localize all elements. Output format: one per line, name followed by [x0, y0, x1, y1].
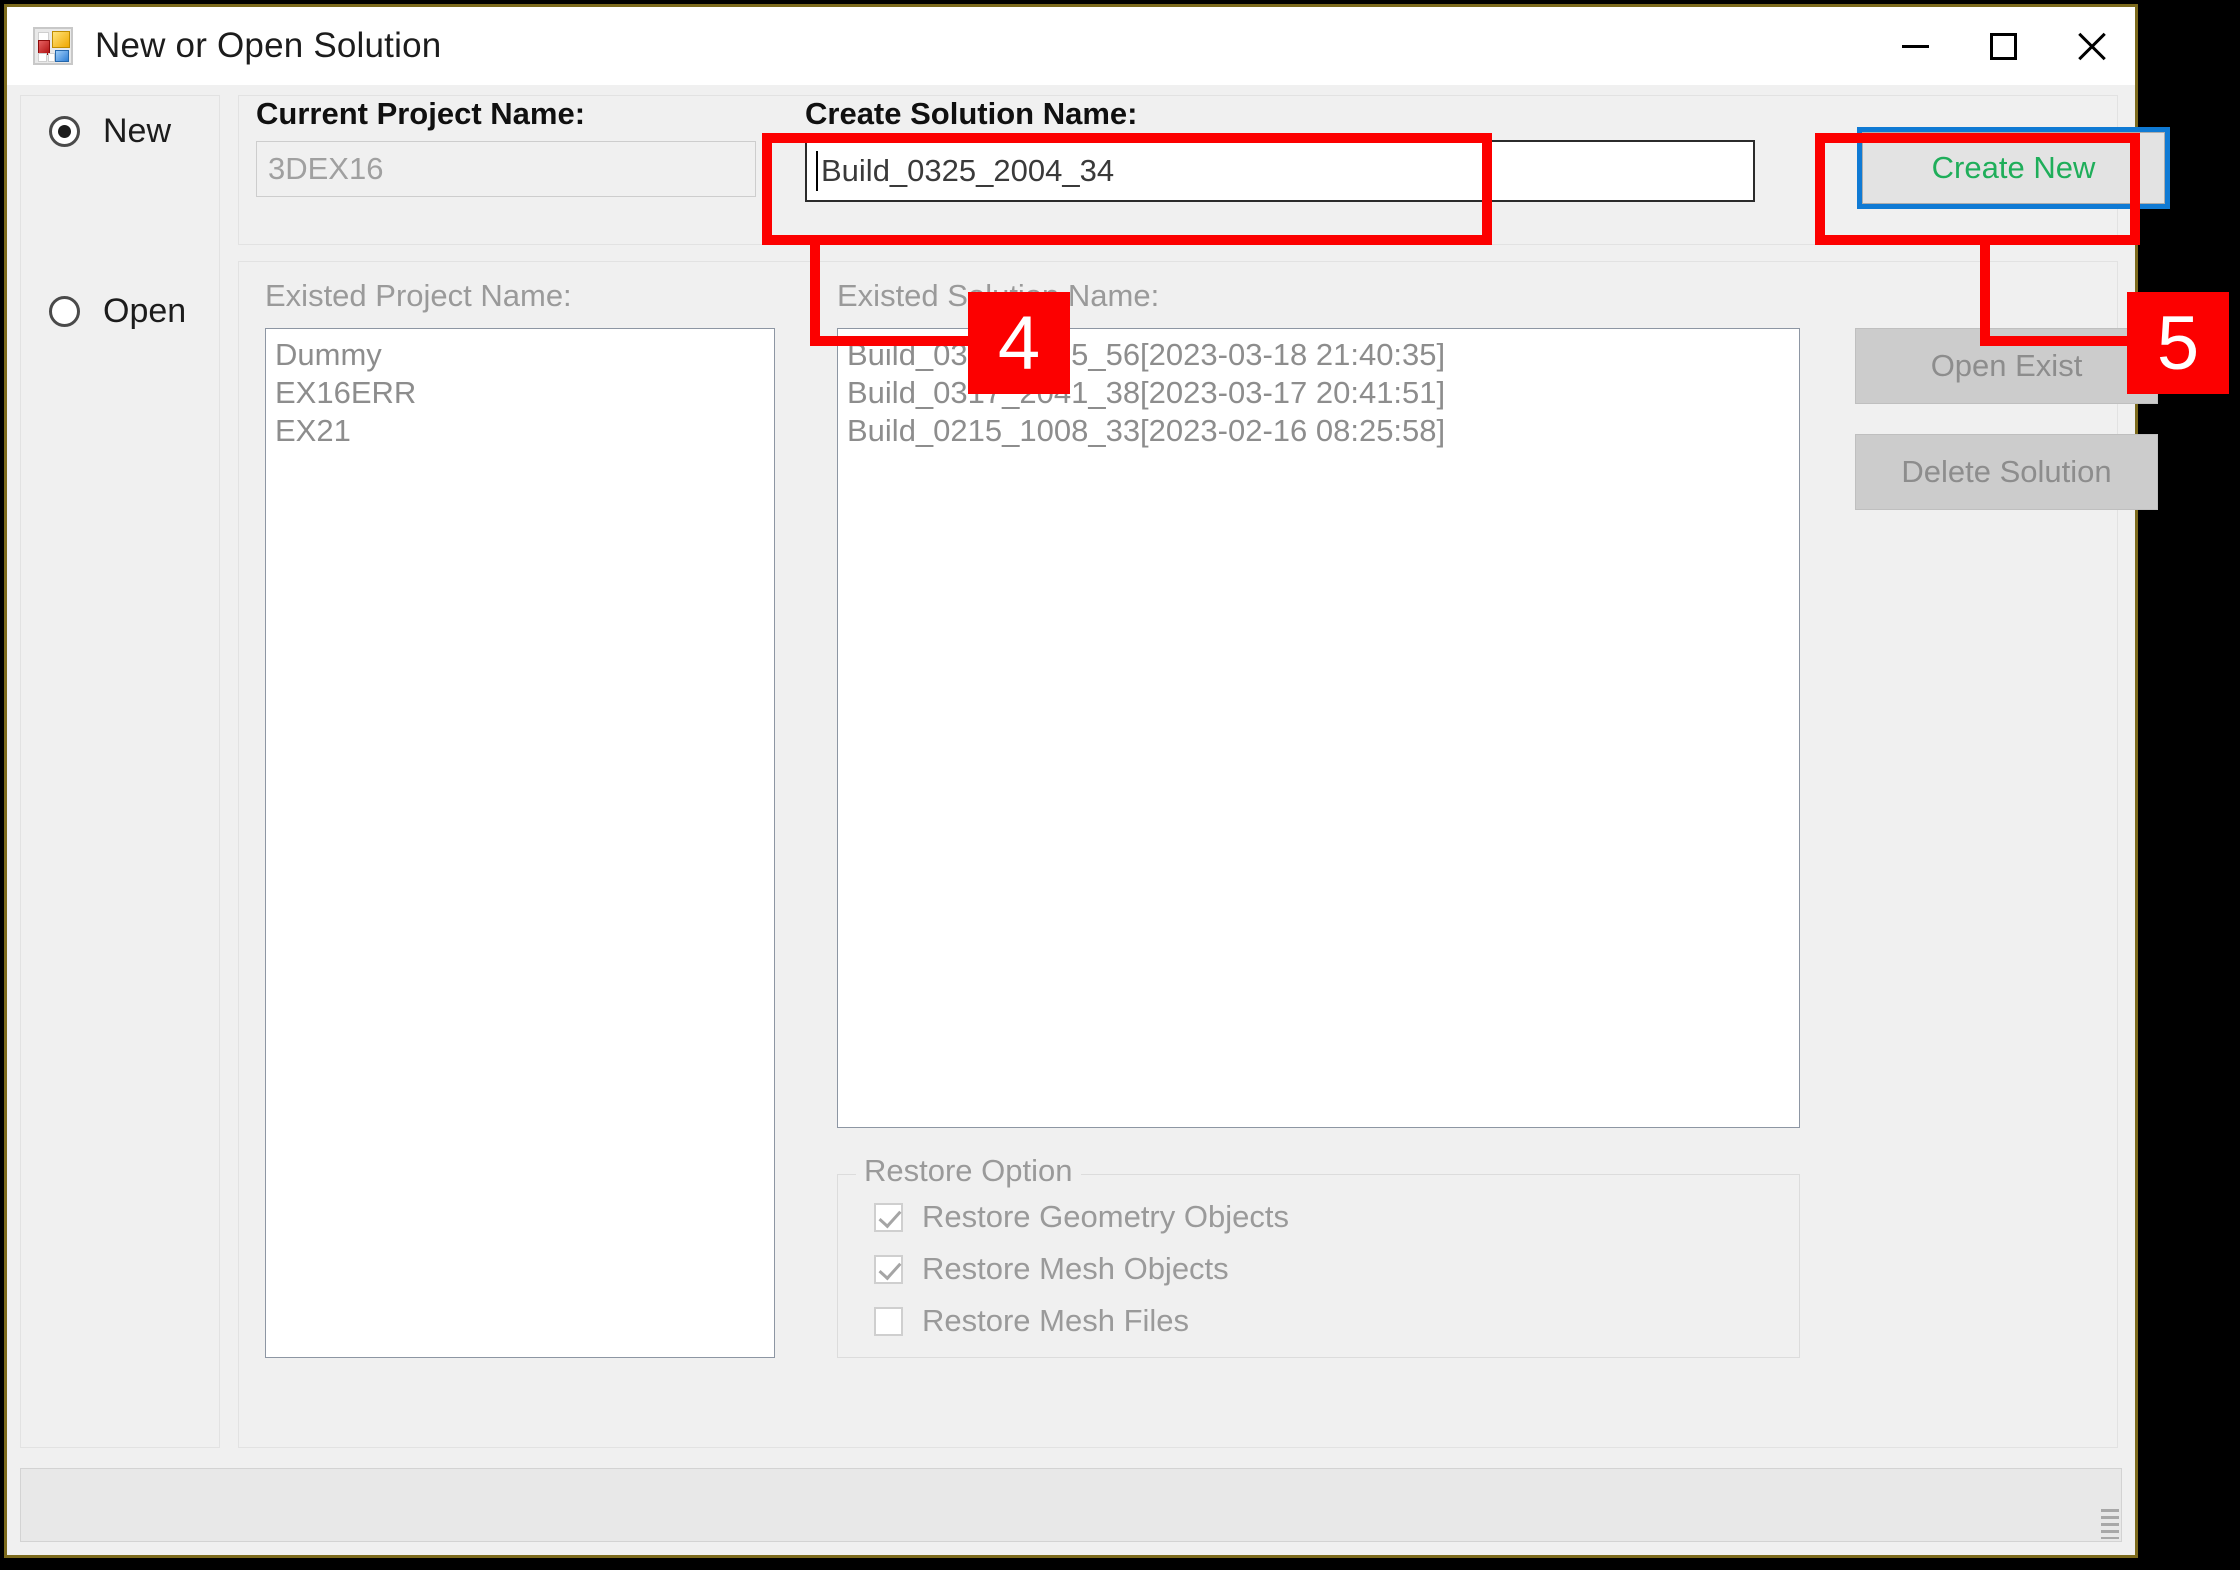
restore-option-group: Restore Option Restore Geometry Objects …: [837, 1153, 1800, 1358]
checkbox-indicator: [874, 1202, 903, 1232]
list-item[interactable]: Build_0317_2041_38[2023-03-17 20:41:51]: [847, 374, 1799, 412]
list-item[interactable]: Dummy: [275, 336, 774, 374]
new-solution-panel: Current Project Name: 3DEX16 Create Solu…: [238, 95, 2170, 245]
minimize-button[interactable]: [1871, 7, 1959, 85]
restore-option-title: Restore Option: [856, 1153, 1081, 1189]
current-project-name-input: 3DEX16: [256, 141, 756, 197]
radio-new[interactable]: New: [49, 112, 171, 151]
create-solution-name-value: Build_0325_2004_34: [821, 153, 1115, 188]
checkbox-restore-mesh-objects[interactable]: Restore Mesh Objects: [874, 1251, 1229, 1287]
current-project-name-label: Current Project Name:: [256, 96, 586, 131]
resize-grip[interactable]: [2101, 1509, 2119, 1539]
delete-solution-button[interactable]: Delete Solution: [1855, 434, 2158, 510]
checkbox-label: Restore Geometry Objects: [922, 1199, 1289, 1234]
radio-open[interactable]: Open: [49, 292, 186, 331]
checkbox-label: Restore Mesh Objects: [922, 1251, 1229, 1286]
existed-solution-name-label: Existed Solution Name:: [837, 278, 1160, 313]
existed-project-name-label: Existed Project Name:: [265, 278, 572, 313]
text-caret: [816, 151, 818, 191]
radio-new-indicator: [49, 116, 80, 147]
list-item[interactable]: Build_0215_1008_33[2023-02-16 08:25:58]: [847, 412, 1799, 450]
list-item[interactable]: EX21: [275, 412, 774, 450]
open-solution-panel: Existed Project Name: Dummy EX16ERR EX21…: [238, 261, 2158, 1448]
list-item[interactable]: Build_0318_2135_56[2023-03-18 21:40:35]: [847, 336, 1799, 374]
radio-open-indicator: [49, 296, 80, 327]
window-title: New or Open Solution: [95, 26, 442, 65]
existed-solution-list[interactable]: Build_0318_2135_56[2023-03-18 21:40:35] …: [837, 328, 1800, 1128]
checkbox-restore-mesh-files[interactable]: Restore Mesh Files: [874, 1303, 1189, 1339]
close-button[interactable]: [2047, 7, 2135, 85]
create-new-button[interactable]: Create New: [1857, 127, 2170, 209]
maximize-icon: [1989, 32, 2017, 60]
title-bar: New or Open Solution: [7, 7, 2135, 85]
window-controls: [1871, 7, 2135, 85]
minimize-icon: [1901, 44, 1929, 48]
radio-new-label: New: [103, 112, 172, 150]
new-or-open-solution-window: New or Open Solution New Open Current Pr…: [4, 4, 2170, 1558]
checkbox-indicator: [874, 1254, 903, 1284]
list-item[interactable]: EX16ERR: [275, 374, 774, 412]
checkbox-label: Restore Mesh Files: [922, 1303, 1190, 1338]
checkbox-indicator: [874, 1306, 903, 1336]
maximize-button[interactable]: [1959, 7, 2047, 85]
create-solution-name-input[interactable]: Build_0325_2004_34: [805, 140, 1755, 202]
checkbox-restore-geometry-objects[interactable]: Restore Geometry Objects: [874, 1199, 1289, 1235]
status-bar: [20, 1468, 2122, 1542]
create-solution-name-label: Create Solution Name:: [805, 96, 1138, 131]
open-exist-button[interactable]: Open Exist: [1855, 328, 2158, 404]
client-area: New Open Current Project Name: 3DEX16 Cr…: [7, 85, 2170, 1555]
mode-panel: New Open: [20, 95, 220, 1448]
radio-open-label: Open: [103, 292, 187, 330]
close-icon: [2076, 31, 2107, 62]
existed-project-list[interactable]: Dummy EX16ERR EX21: [265, 328, 775, 1358]
form-designer-icon: [33, 27, 73, 65]
